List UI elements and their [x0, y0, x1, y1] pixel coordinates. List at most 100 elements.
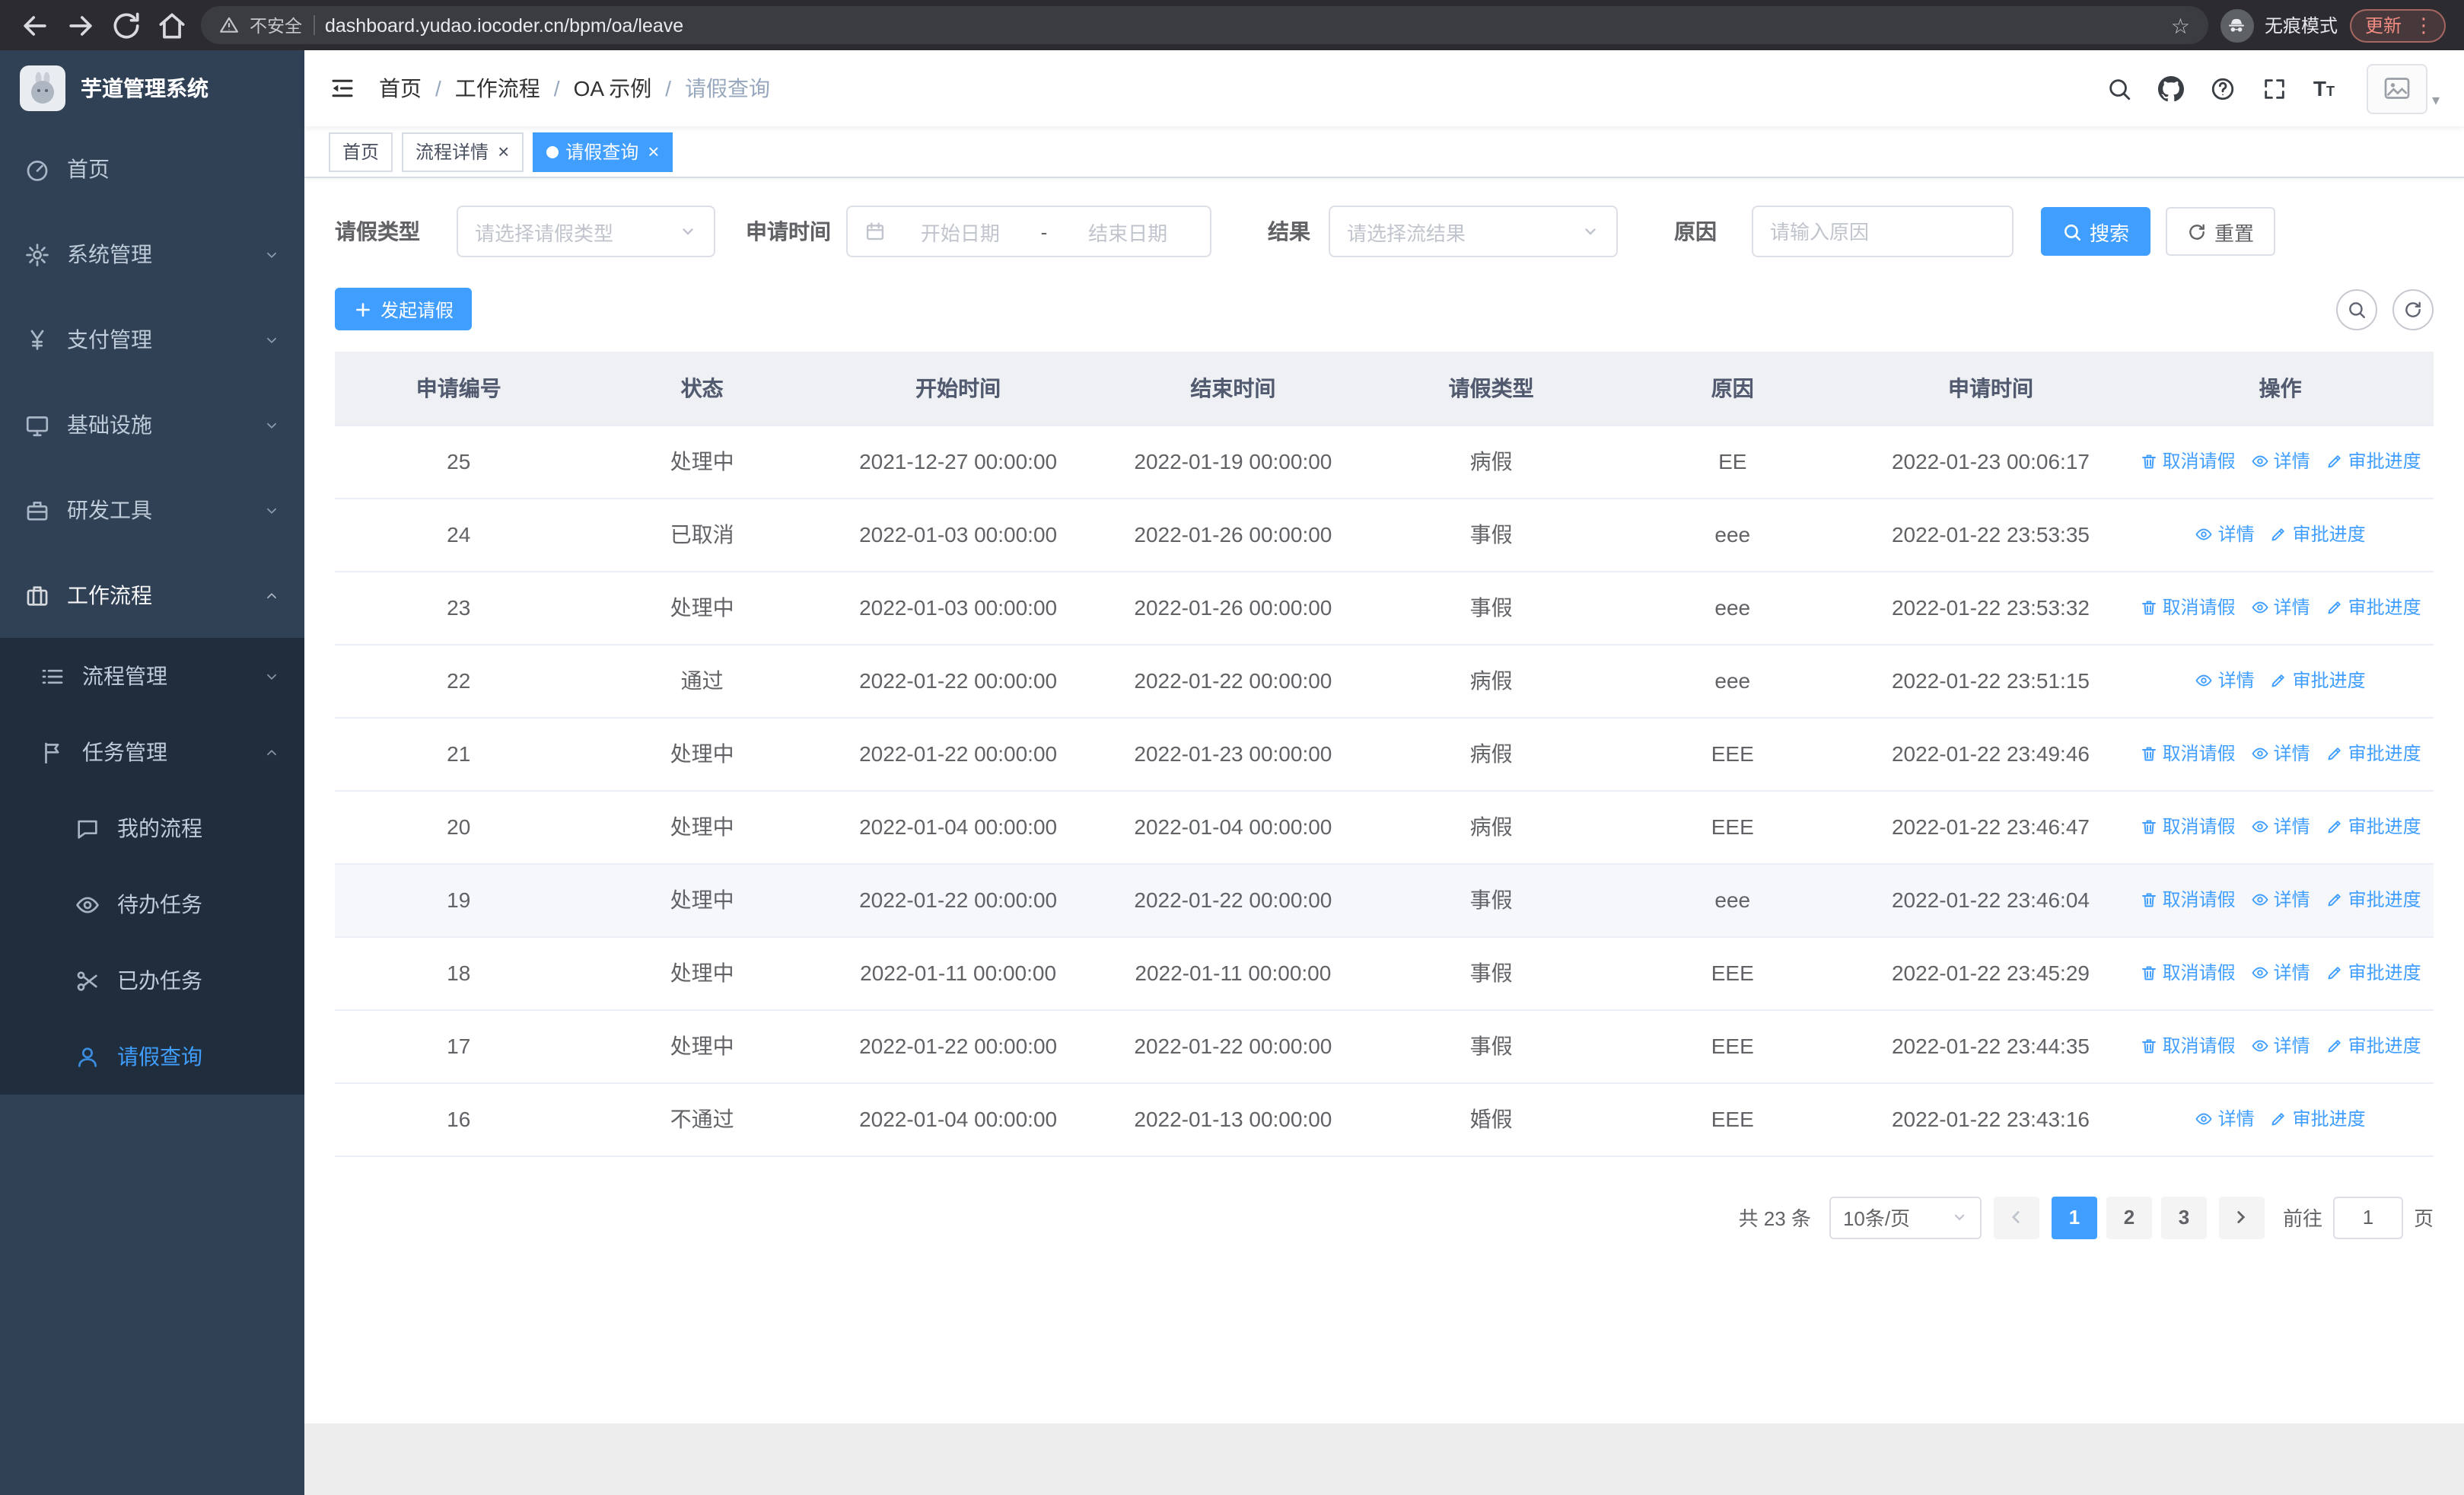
delete-icon [2140, 598, 2158, 617]
cell-type: 事假 [1371, 1009, 1611, 1083]
cancel-leave-link[interactable]: 取消请假 [2140, 448, 2236, 474]
edit-icon [2326, 964, 2344, 982]
view-tab-2[interactable]: 请假查询 × [532, 132, 673, 171]
sidebar-item-4[interactable]: 研发工具 [0, 467, 304, 553]
next-page-button[interactable] [2218, 1196, 2265, 1238]
page-size-select[interactable]: 10条/页 [1829, 1196, 1982, 1238]
sidebar-item-8[interactable]: 我的流程 [0, 790, 304, 866]
leave-type-select[interactable]: 请选择请假类型 [457, 206, 715, 257]
chevron-down-icon [263, 502, 280, 518]
goto-page-input[interactable] [2332, 1196, 2403, 1238]
cell-end: 2022-01-26 00:00:00 [1094, 571, 1372, 645]
cell-apply_time: 2022-01-22 23:51:15 [1854, 644, 2128, 718]
breadcrumb-item-2[interactable]: OA 示例 [574, 73, 652, 104]
close-tab-icon[interactable]: × [648, 142, 659, 161]
approval-progress-link[interactable]: 审批进度 [2326, 960, 2421, 986]
cancel-leave-link[interactable]: 取消请假 [2140, 594, 2236, 620]
cell-reason: eee [1610, 644, 1854, 718]
apply-time-range-picker[interactable]: 开始日期 - 结束日期 [846, 206, 1211, 257]
sidebar-item-6[interactable]: 流程管理 [0, 638, 304, 714]
cancel-leave-link[interactable]: 取消请假 [2140, 814, 2236, 840]
approval-progress-link[interactable]: 审批进度 [2270, 668, 2366, 693]
cancel-leave-link[interactable]: 取消请假 [2140, 887, 2236, 913]
sidebar-item-9[interactable]: 待办任务 [0, 866, 304, 942]
sidebar-toggle-icon[interactable] [329, 75, 356, 102]
cancel-leave-link[interactable]: 取消请假 [2140, 960, 2236, 986]
approval-progress-link[interactable]: 审批进度 [2326, 741, 2421, 767]
cell-end: 2022-01-19 00:00:00 [1094, 425, 1372, 499]
reset-button[interactable]: 重置 [2166, 207, 2276, 256]
cancel-leave-link[interactable]: 取消请假 [2140, 1033, 2236, 1059]
cell-reason: EEE [1610, 717, 1854, 791]
close-tab-icon[interactable]: × [498, 142, 509, 161]
detail-link[interactable]: 详情 [2195, 521, 2255, 547]
search-button[interactable]: 搜索 [2041, 207, 2151, 256]
incognito-label: 无痕模式 [2264, 15, 2338, 37]
view-tab-1[interactable]: 流程详情 × [402, 132, 524, 171]
refresh-table-button[interactable] [2392, 288, 2434, 330]
detail-link[interactable]: 详情 [2251, 814, 2310, 840]
sidebar-item-1[interactable]: 系统管理 [0, 212, 304, 297]
prev-page-button[interactable] [1993, 1196, 2039, 1238]
detail-link[interactable]: 详情 [2251, 448, 2310, 474]
view-icon [2195, 671, 2214, 690]
sidebar-item-2[interactable]: 支付管理 [0, 297, 304, 382]
cell-type: 事假 [1371, 571, 1611, 645]
approval-progress-link[interactable]: 审批进度 [2270, 521, 2366, 547]
edit-icon [2326, 598, 2344, 617]
question-icon[interactable] [2210, 75, 2236, 101]
detail-link[interactable]: 详情 [2195, 668, 2255, 693]
user-avatar[interactable]: ▾ [2366, 63, 2440, 113]
cell-status: 处理中 [582, 936, 822, 1010]
reason-input[interactable] [1770, 220, 1995, 243]
create-leave-button[interactable]: 发起请假 [335, 288, 473, 330]
cell-id: 24 [335, 498, 583, 572]
page-button-3[interactable]: 3 [2160, 1196, 2207, 1238]
breadcrumb-item-0[interactable]: 首页 [379, 73, 422, 104]
page-button-2[interactable]: 2 [2106, 1196, 2152, 1238]
page-button-1[interactable]: 1 [2051, 1196, 2097, 1238]
result-select[interactable]: 请选择流结果 [1329, 206, 1618, 257]
detail-link[interactable]: 详情 [2251, 1033, 2310, 1059]
approval-progress-link[interactable]: 审批进度 [2326, 594, 2421, 620]
view-icon [2251, 964, 2269, 982]
browser-menu-icon[interactable]: ⋮ [2409, 15, 2438, 35]
browser-back-icon[interactable] [18, 8, 52, 42]
detail-link[interactable]: 详情 [2195, 1106, 2255, 1132]
approval-progress-link[interactable]: 审批进度 [2326, 814, 2421, 840]
sidebar-item-11[interactable]: 请假查询 [0, 1018, 304, 1095]
detail-link[interactable]: 详情 [2251, 741, 2310, 767]
sidebar-item-0[interactable]: 首页 [0, 126, 304, 212]
view-tab-0[interactable]: 首页 [329, 132, 393, 171]
approval-progress-link[interactable]: 审批进度 [2326, 448, 2421, 474]
browser-update-button[interactable]: 更新 ⋮ [2349, 8, 2446, 42]
table-header-row: 申请编号 状态 开始时间 结束时间 请假类型 原因 申请时间 操作 [335, 352, 2434, 426]
approval-progress-link[interactable]: 审批进度 [2270, 1106, 2366, 1132]
browser-forward-icon[interactable] [64, 8, 97, 42]
breadcrumb-separator: / [553, 76, 560, 100]
browser-home-icon[interactable] [155, 8, 189, 42]
url-text[interactable]: dashboard.yudao.iocoder.cn/bpm/oa/leave [325, 14, 2160, 36]
font-size-icon[interactable]: TT [2313, 78, 2335, 99]
breadcrumb-item-1[interactable]: 工作流程 [455, 73, 540, 104]
sidebar-item-5[interactable]: 工作流程 [0, 553, 304, 638]
detail-link[interactable]: 详情 [2251, 594, 2310, 620]
github-icon[interactable] [2157, 75, 2184, 101]
detail-link[interactable]: 详情 [2251, 960, 2310, 986]
sidebar-item-7[interactable]: 任务管理 [0, 714, 304, 790]
address-bar[interactable]: 不安全 dashboard.yudao.iocoder.cn/bpm/oa/le… [201, 6, 2208, 44]
bookmark-star-icon[interactable]: ☆ [2171, 14, 2190, 36]
approval-progress-link[interactable]: 审批进度 [2326, 887, 2421, 913]
toggle-search-button[interactable] [2336, 288, 2377, 330]
column-header-7: 操作 [2127, 352, 2434, 426]
cancel-leave-link[interactable]: 取消请假 [2140, 741, 2236, 767]
search-icon[interactable] [2106, 75, 2132, 101]
sidebar-item-3[interactable]: 基础设施 [0, 382, 304, 467]
browser-refresh-icon[interactable] [110, 8, 143, 42]
sidebar-item-10[interactable]: 已办任务 [0, 942, 304, 1018]
approval-progress-link[interactable]: 审批进度 [2326, 1033, 2421, 1059]
detail-link[interactable]: 详情 [2251, 887, 2310, 913]
fullscreen-icon[interactable] [2262, 75, 2287, 101]
delete-icon [2140, 964, 2158, 982]
cell-type: 病假 [1371, 425, 1611, 499]
